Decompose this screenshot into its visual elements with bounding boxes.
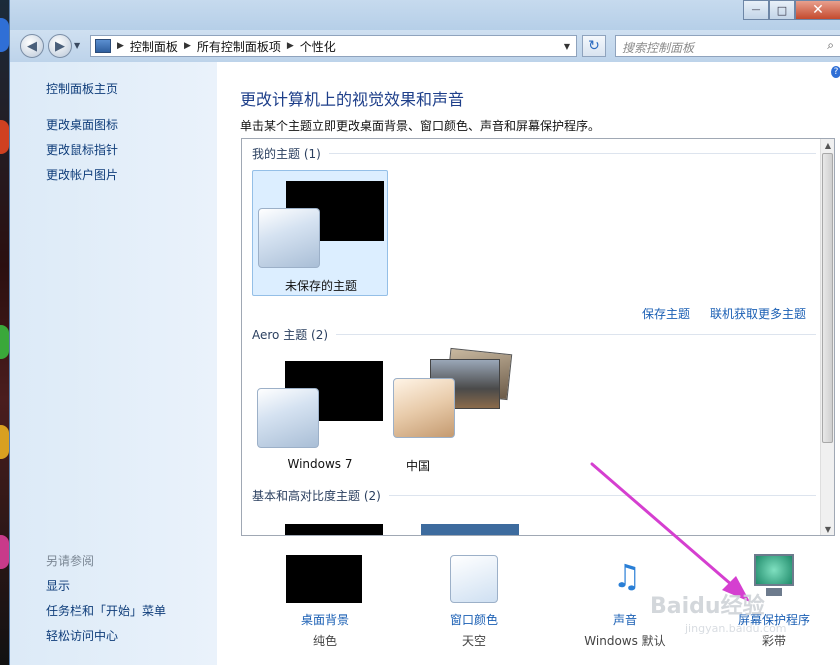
control-panel-icon — [95, 39, 111, 53]
theme-label: 中国 — [405, 459, 430, 473]
forward-arrow-icon: ▶ — [55, 38, 65, 54]
desktop-icon — [0, 120, 9, 154]
help-icon[interactable]: ? — [831, 66, 840, 78]
theme-window-preview — [393, 378, 455, 438]
desktop-icon — [0, 425, 9, 459]
minimize-icon: — — [751, 5, 761, 15]
group-label: 基本和高对比度主题 (2) — [252, 489, 381, 503]
sidebar-link-mouse-pointer[interactable]: 更改鼠标指针 — [46, 141, 118, 158]
desktop-strip — [0, 0, 9, 665]
breadcrumb-control-panel[interactable]: 控制面板 — [130, 38, 178, 55]
group-aero-themes: Aero 主题 (2) — [252, 326, 816, 343]
theme-label: Windows 7 — [287, 457, 353, 471]
group-label: Aero 主题 (2) — [252, 328, 329, 342]
back-arrow-icon: ◀ — [27, 38, 37, 54]
title-bar: — □ ✕ — [10, 0, 840, 30]
desktop-background-option[interactable]: 桌面背景 纯色 — [265, 554, 385, 649]
address-dropdown-icon[interactable]: ▼ — [564, 42, 570, 51]
search-icon: ⌕ — [827, 38, 834, 52]
scroll-up-icon[interactable]: ▲ — [821, 139, 834, 153]
option-name: 桌面背景 — [300, 613, 349, 627]
breadcrumb-separator-icon: ▶ — [117, 41, 124, 51]
theme-china[interactable]: 中国 — [388, 347, 524, 477]
save-theme-link[interactable]: 保存主题 — [642, 305, 690, 322]
maximize-button[interactable]: □ — [769, 0, 795, 20]
desktop-icon — [0, 535, 9, 569]
option-value: 天空 — [461, 634, 486, 648]
theme-label: 未保存的主题 — [284, 279, 357, 293]
option-value: Windows 默认 — [584, 634, 666, 648]
refresh-button[interactable]: ↻ — [582, 35, 606, 57]
scroll-down-icon[interactable]: ▼ — [821, 523, 834, 535]
maximize-icon: □ — [776, 3, 788, 17]
breadcrumb-personalization[interactable]: 个性化 — [300, 38, 336, 55]
desktop-background-icon — [286, 555, 362, 603]
personalization-window: — □ ✕ ◀ ▶ ▼ ▶ 控制面板 ▶ 所有控制面板项 ▶ 个性化 ▼ ↻ 搜… — [9, 0, 840, 665]
breadcrumb-separator-icon[interactable]: ▶ — [184, 41, 191, 51]
see-also-heading: 另请参阅 — [46, 554, 95, 568]
theme-list-scrollbar[interactable]: ▲ ▼ — [820, 139, 834, 535]
theme-unsaved[interactable]: 未保存的主题 — [252, 170, 388, 296]
breadcrumb-all-items[interactable]: 所有控制面板项 — [197, 38, 281, 55]
see-also-taskbar-start[interactable]: 任务栏和「开始」菜单 — [46, 602, 166, 619]
page-description: 单击某个主题立即更改桌面背景、窗口颜色、声音和屏幕保护程序。 — [240, 119, 601, 133]
option-name: 窗口颜色 — [449, 613, 498, 627]
theme-basic-preview[interactable] — [421, 524, 519, 535]
group-my-themes: 我的主题 (1) — [252, 145, 816, 162]
see-also-ease-of-access[interactable]: 轻松访问中心 — [46, 627, 118, 644]
close-button[interactable]: ✕ — [795, 0, 840, 20]
sidebar-home-link[interactable]: 控制面板主页 — [46, 80, 118, 97]
caption-buttons: — □ ✕ — [743, 0, 840, 20]
refresh-icon: ↻ — [588, 38, 600, 54]
page-title: 更改计算机上的视觉效果和声音 — [240, 90, 465, 109]
get-more-themes-link[interactable]: 联机获取更多主题 — [710, 305, 806, 322]
window-color-option[interactable]: 窗口颜色 天空 — [414, 554, 534, 649]
desktop-icon — [0, 325, 9, 359]
see-also-display[interactable]: 显示 — [46, 577, 70, 594]
scroll-thumb[interactable] — [822, 153, 833, 443]
breadcrumb-separator-icon[interactable]: ▶ — [287, 41, 294, 51]
watermark-logo: Baidu经验 — [650, 594, 765, 619]
sidebar-link-account-picture[interactable]: 更改帐户图片 — [46, 166, 118, 183]
option-value: 纯色 — [312, 634, 337, 648]
theme-window-preview — [258, 208, 320, 268]
minimize-button[interactable]: — — [743, 0, 769, 20]
desktop-icon — [0, 18, 9, 52]
window-color-icon — [450, 555, 498, 603]
theme-window-preview — [257, 388, 319, 448]
close-icon: ✕ — [812, 2, 824, 18]
recent-pages-chevron-icon[interactable]: ▼ — [74, 41, 80, 50]
forward-button[interactable]: ▶ — [48, 34, 72, 58]
sidebar: 控制面板主页 更改桌面图标 更改鼠标指针 更改帐户图片 另请参阅 显示 任务栏和… — [10, 62, 217, 665]
address-bar[interactable]: ▶ 控制面板 ▶ 所有控制面板项 ▶ 个性化 ▼ — [90, 35, 577, 57]
sidebar-link-desktop-icons[interactable]: 更改桌面图标 — [46, 116, 118, 133]
group-label: 我的主题 (1) — [252, 147, 321, 161]
search-input[interactable]: 搜索控制面板 ⌕ — [615, 35, 840, 57]
back-button[interactable]: ◀ — [20, 34, 44, 58]
search-placeholder: 搜索控制面板 — [622, 41, 695, 55]
watermark-url: jingyan.baidu.com — [685, 622, 787, 635]
theme-basic-preview[interactable] — [285, 524, 383, 535]
theme-windows7[interactable]: Windows 7 — [252, 351, 388, 477]
